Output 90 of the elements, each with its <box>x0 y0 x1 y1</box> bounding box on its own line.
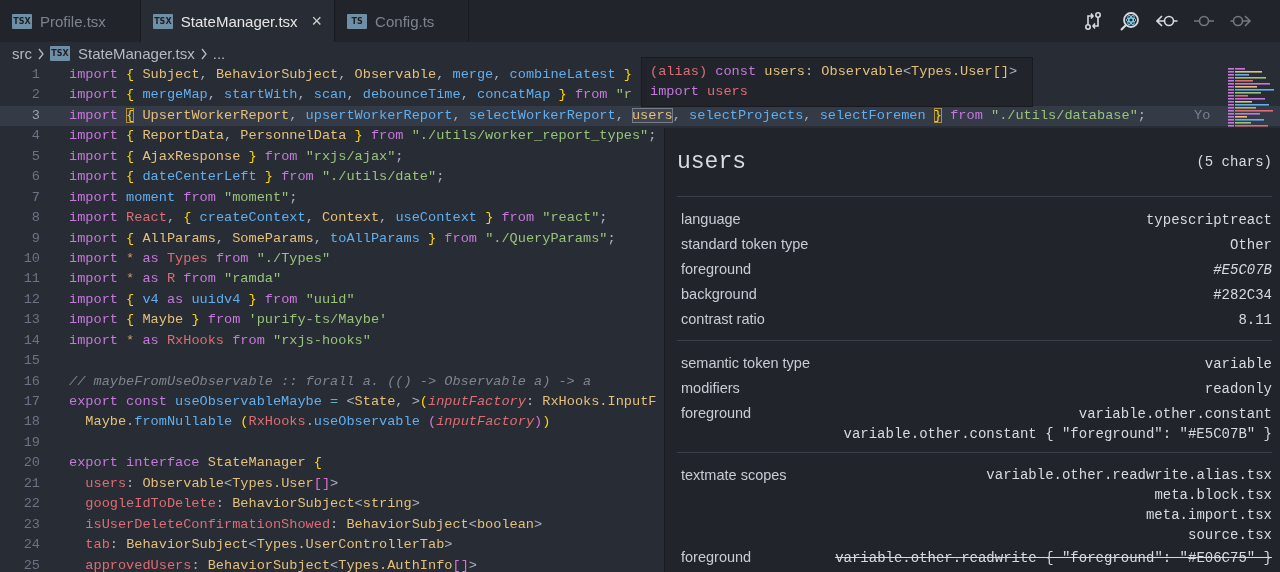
code-line: approvedUsers: BehaviorSubject<Types.AuthInfo[]> <box>84 556 477 572</box>
code-line: export interface StateManager { <box>69 454 322 473</box>
breadcrumb-item[interactable]: StateManager.tsx <box>78 45 195 62</box>
code-line: import { AllParams, SomeParams, toAllParams } from "./QueryParams"; <box>69 229 616 248</box>
line-number: 18 <box>22 413 41 432</box>
code-line: import moment from "moment"; <box>69 188 298 207</box>
property-label: foreground <box>680 548 752 567</box>
chevron-icon <box>37 47 45 60</box>
property-value: variable.other.readwrite { "foreground": "#E06C75" } <box>835 548 1272 568</box>
blame-annotation: Yo <box>1194 106 1211 125</box>
line-number: 7 <box>30 188 41 207</box>
compare-icon[interactable] <box>1082 10 1104 32</box>
close-icon[interactable]: × <box>311 10 323 32</box>
line-number: 20 <box>22 454 41 473</box>
property-label: semantic token type <box>680 354 810 373</box>
property-label: modifiers <box>680 379 740 398</box>
token-length: (5 chars) <box>1196 154 1272 170</box>
line-number: 22 <box>22 495 41 514</box>
property-value: meta.block.tsx <box>1154 486 1272 505</box>
line-number: 10 <box>22 249 41 268</box>
line-number: 23 <box>22 515 41 534</box>
line-number: 24 <box>22 536 41 555</box>
code-line: tab: BehaviorSubject<Types.UserControllerTab> <box>84 536 453 555</box>
property-label: textmate scopes <box>680 465 787 485</box>
breadcrumb-item[interactable]: src <box>12 45 32 62</box>
line-number: 16 <box>22 372 41 391</box>
property-label: foreground <box>680 260 752 279</box>
code-line: // maybeFromUseObservable :: forall a. (() -> Observable a) -> a <box>69 372 592 391</box>
property-label: foreground <box>680 404 752 423</box>
property-value: variable.other.constant <box>1078 404 1272 424</box>
property-value: variable <box>1204 354 1272 374</box>
breadcrumb-item[interactable]: ... <box>212 45 226 62</box>
line-number: 4 <box>30 127 41 146</box>
line-number: 6 <box>30 168 41 187</box>
line-number: 21 <box>22 474 41 493</box>
property-label: background <box>680 285 757 304</box>
line-number: 5 <box>30 147 41 166</box>
property-value: #282C34 <box>1213 285 1272 305</box>
line-number: 12 <box>22 290 41 309</box>
code-line: googleIdToDelete: BehaviorSubject<string> <box>84 495 420 514</box>
property-value: 8.11 <box>1238 310 1272 330</box>
line-number: 1 <box>30 66 41 84</box>
line-number: 3 <box>30 106 41 125</box>
property-label: language <box>680 210 741 229</box>
property-value: #E5C07B <box>1213 260 1272 280</box>
property-value: meta.import.tsx <box>1145 506 1272 525</box>
code-line: export const useObservableMaybe = <State, >(inputFactory: RxHooks.InputF <box>69 393 657 411</box>
code-line: import { AjaxResponse } from "rxjs/ajax"; <box>69 147 404 166</box>
file-type-icon: TSX <box>12 13 32 29</box>
code-line: import { dateCenterLeft } from "./utils/date"; <box>69 168 445 187</box>
code-line: import { Maybe } from 'purify-ts/Maybe' <box>69 311 388 330</box>
property-value: variable.other.readwrite.alias.tsx <box>986 466 1272 485</box>
token-name: users <box>677 149 746 175</box>
property-label: contrast ratio <box>680 310 765 329</box>
property-label: standard token type <box>680 235 809 254</box>
code-line: import { ReportData, PersonnelData } from "./utils/worker_report_types"; <box>69 127 657 146</box>
editor-tab[interactable]: TSX StateManager.tsx × <box>140 0 336 42</box>
line-number: 15 <box>22 352 41 371</box>
line-number: 19 <box>22 433 41 452</box>
tooltip-line: (alias) const users: Observable<Types.User[]> <box>650 63 1018 81</box>
file-type-icon: TSX <box>50 46 70 61</box>
code-line: Maybe.fromNullable (RxHooks.useObservable (inputFactory)) <box>84 413 551 432</box>
line-number: 2 <box>30 86 41 105</box>
file-type-icon: TSX <box>152 13 173 29</box>
code-line: import { v4 as uuidv4 } from "uuid" <box>69 290 355 309</box>
line-number: 13 <box>22 311 41 330</box>
chevron-icon <box>199 47 208 60</box>
line-number: 25 <box>22 556 41 572</box>
property-value: variable.other.constant { "foreground": "#E5C07B" } <box>843 424 1272 444</box>
code-line: import { mergeMap, startWith, scan, debounceTime, concatMap } from "r <box>69 86 632 105</box>
property-value: Other <box>1230 235 1272 255</box>
code-line: import * as R from "ramda" <box>69 270 282 289</box>
property-value: readonly <box>1204 379 1272 399</box>
code-line: import { Subject, BehaviorSubject, Observable, merge, combineLatest } <box>69 66 632 84</box>
search-icon[interactable] <box>1119 10 1141 32</box>
property-value: source.tsx <box>1188 526 1272 545</box>
code-line: users: Observable<Types.User[]> <box>84 474 339 493</box>
line-number: 11 <box>22 270 41 289</box>
line-number: 8 <box>30 209 41 228</box>
line-number: 17 <box>22 393 41 411</box>
code-line: import * as Types from "./Types" <box>69 249 331 268</box>
property-value: typescriptreact <box>1145 210 1272 230</box>
code-line: isUserDeleteConfirmationShowed: BehaviorSubject<boolean> <box>84 515 543 534</box>
code-line: import { UpsertWorkerReport, upsertWorkerReport, selectWorkerReport, users, selectProjects, selectForemen } from "./utils/database"; <box>69 106 1146 125</box>
line-number: 9 <box>30 229 41 248</box>
code-line: import React, { createContext, Context, useContext } from "react"; <box>69 209 608 228</box>
file-type-icon: TS <box>347 13 368 29</box>
code-line: import * as RxHooks from "rxjs-hooks" <box>69 331 371 350</box>
tooltip-line: import users <box>650 83 748 101</box>
line-number: 14 <box>22 331 41 350</box>
